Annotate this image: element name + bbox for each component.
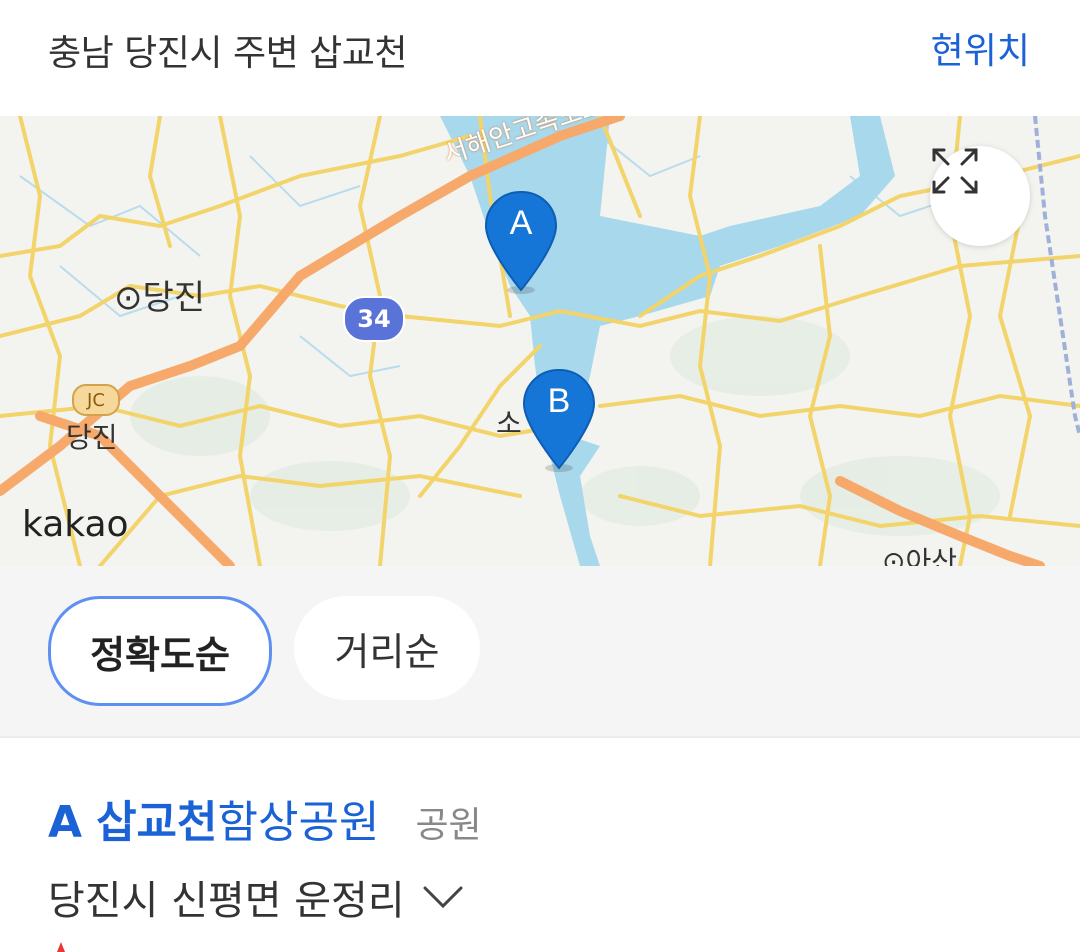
result-category: 공원 — [415, 805, 482, 846]
map-pin-a[interactable]: A — [484, 190, 558, 294]
location-title: 충남 당진시 주변 삽교천 — [48, 33, 408, 74]
result-title[interactable]: A 삽교천함상공원 공원 — [48, 786, 482, 850]
pin-letter: A — [509, 204, 533, 242]
map-view[interactable]: 서해안고속도로 ⊙당진 34 JC 당진 소 ⊙아산 kakao A B — [0, 116, 1080, 566]
map-pin-b[interactable]: B — [522, 368, 596, 472]
result-letter: A — [48, 797, 83, 848]
map-label-so: 소 — [496, 407, 522, 440]
result-name-highlight: 삽교천 — [96, 797, 218, 848]
result-item[interactable]: A 삽교천함상공원 공원 당진시 신평면 운정리 — [0, 738, 1080, 952]
kakao-logo: kakao — [22, 504, 129, 545]
city-label-asan: ⊙아산 — [882, 545, 957, 566]
city-label-dangjin: ⊙당진 — [114, 278, 206, 318]
result-address-row[interactable]: 당진시 신평면 운정리 — [48, 868, 463, 926]
route-badge: 34 — [343, 296, 405, 342]
star-icon — [57, 942, 65, 952]
sort-distance-chip[interactable]: 거리순 — [294, 596, 480, 700]
current-location-button[interactable]: 현위치 — [931, 22, 1030, 74]
map-canvas — [0, 116, 1080, 566]
expand-map-button[interactable] — [930, 146, 1030, 246]
junction-badge: JC — [72, 384, 120, 416]
chevron-down-icon[interactable] — [423, 885, 463, 909]
sort-accuracy-chip[interactable]: 정확도순 — [48, 596, 272, 706]
pin-letter: B — [547, 382, 571, 420]
result-name-rest: 함상공원 — [217, 797, 380, 848]
junction-label: 당진 — [66, 421, 118, 454]
expand-icon — [932, 148, 978, 194]
sort-bar: 정확도순 거리순 — [0, 566, 1080, 738]
result-address: 당진시 신평면 운정리 — [48, 878, 405, 924]
header: 충남 당진시 주변 삽교천 현위치 — [0, 0, 1080, 116]
